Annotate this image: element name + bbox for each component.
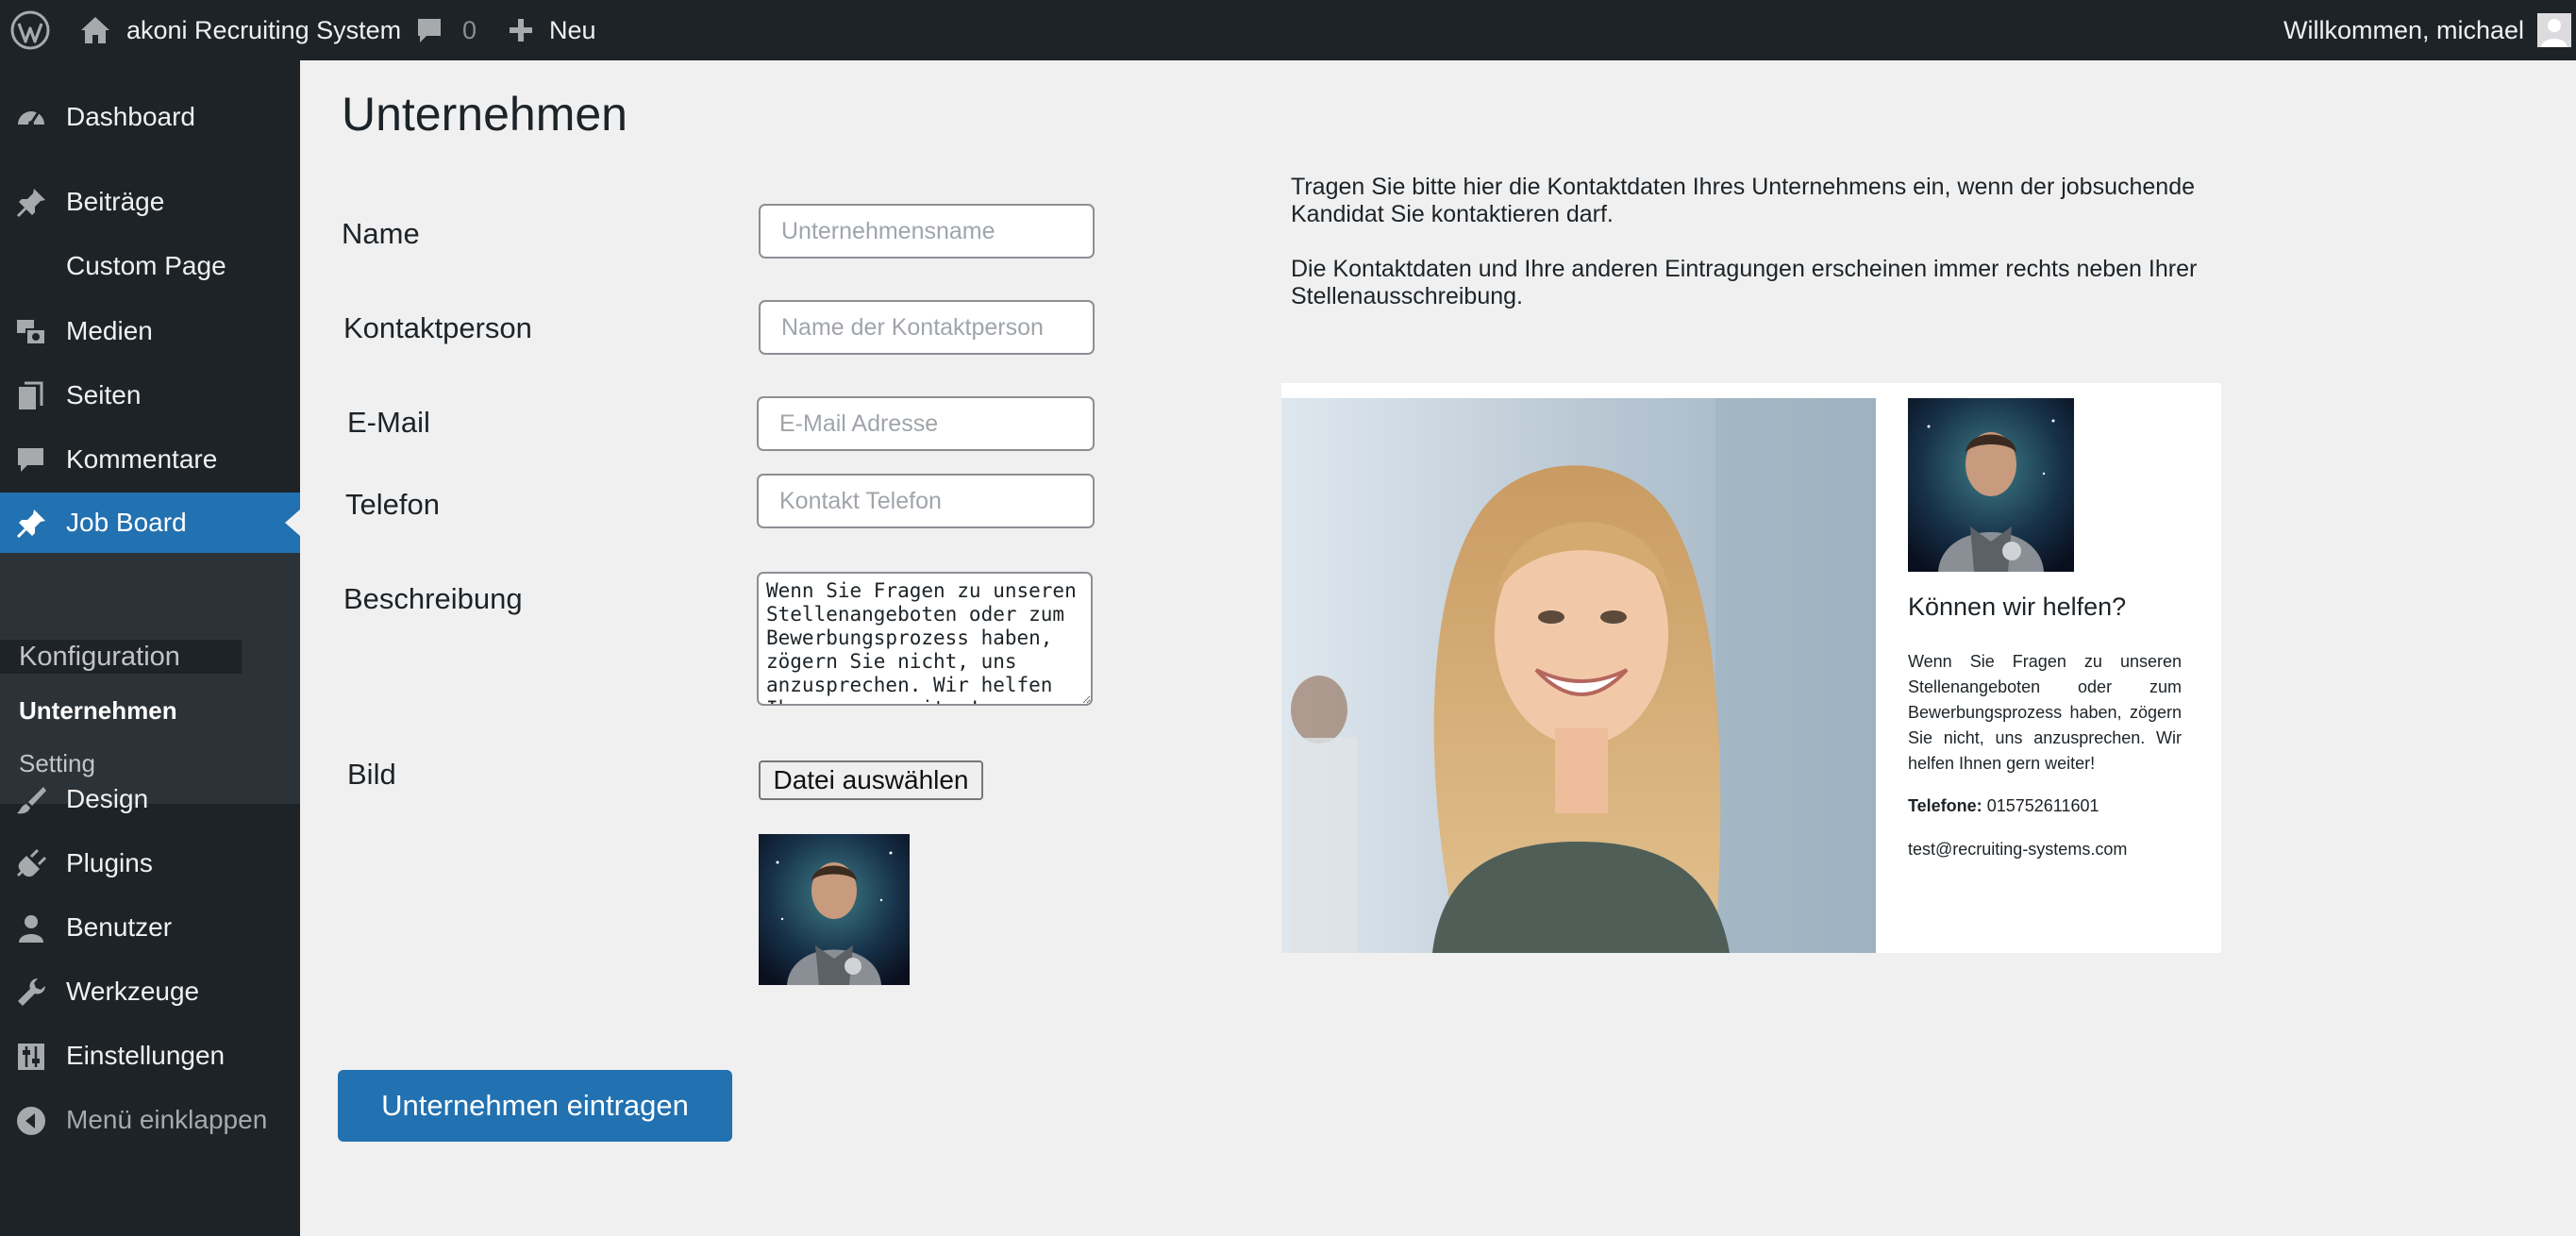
submit-company-button[interactable]: Unternehmen eintragen [338, 1070, 732, 1142]
sidebar-item-comments[interactable]: Kommentare [0, 429, 300, 490]
company-name-input[interactable] [759, 204, 1095, 259]
sidebar-item-plugins[interactable]: Plugins [0, 833, 300, 894]
comment-icon [418, 19, 441, 42]
new-content-link[interactable]: Neu [508, 0, 596, 60]
submenu-item-konfiguration[interactable]: Konfiguration [0, 640, 242, 674]
info-paragraph-2: Die Kontaktdaten und Ihre anderen Eintra… [1291, 256, 2198, 309]
comments-count: 0 [462, 15, 477, 44]
comments-link[interactable]: 0 [415, 0, 477, 60]
sidebar-item-dashboard[interactable]: Dashboard [0, 87, 300, 147]
user-icon [19, 915, 43, 943]
sidebar-item-label: Design [66, 784, 149, 813]
sidebar-collapse-button[interactable]: Menü einklappen [0, 1090, 300, 1150]
avatar [2537, 13, 2572, 47]
description-textarea[interactable]: Wenn Sie Fragen zu unseren Stellenangebo… [757, 572, 1093, 706]
greeting: Willkommen, michael [2283, 15, 2525, 44]
email-input[interactable] [757, 396, 1095, 451]
collapse-icon [17, 1107, 45, 1135]
phone-label: Telefon [345, 488, 440, 521]
brush-icon [17, 787, 46, 814]
contact-person-input[interactable] [759, 300, 1095, 355]
settings-icon [18, 1044, 44, 1070]
choose-file-button[interactable]: Datei auswählen [759, 760, 983, 800]
site-home-link[interactable]: akoni Recruiting System [79, 0, 401, 60]
contact-avatar [1908, 398, 2074, 572]
new-label: Neu [549, 15, 596, 44]
sidebar-item-settings[interactable]: Einstellungen [0, 1026, 300, 1086]
site-name: akoni Recruiting System [126, 15, 402, 44]
sidebar-item-label: Einstellungen [66, 1041, 226, 1070]
sidebar-item-label: Seiten [66, 380, 142, 409]
sidebar-item-label: Dashboard [66, 102, 195, 131]
sidebar-item-label: Kommentare [66, 444, 218, 474]
sidebar-item-label: Medien [66, 316, 153, 345]
preview-phone: Telefone: 015752611601 [1908, 796, 2099, 816]
home-icon [81, 17, 109, 43]
sidebar-item-users[interactable]: Benutzer [0, 897, 300, 958]
wordpress-logo-icon[interactable] [9, 0, 51, 60]
dashboard-icon [18, 111, 44, 126]
wrench-icon [18, 978, 45, 1006]
sidebar-item-custom-page[interactable]: Custom Page [0, 236, 300, 296]
sidebar-item-label: Plugins [66, 848, 153, 877]
pin-icon [16, 189, 45, 218]
recruiter-photo [1281, 398, 1876, 953]
job-board-submenu: Konfiguration Unternehmen Setting [0, 553, 300, 804]
my-account-link[interactable]: Willkommen, michael [2283, 0, 2572, 60]
admin-bar: akoni Recruiting System 0 Neu Willkommen… [0, 0, 2576, 60]
sidebar-item-media[interactable]: Medien [0, 301, 300, 361]
image-label: Bild [347, 758, 396, 791]
preview-description: Wenn Sie Fragen zu unseren Stellenangebo… [1908, 652, 2182, 773]
admin-sidebar: Dashboard Beiträge Custom Page Medien Se… [0, 60, 300, 1236]
sidebar-item-label: Custom Page [66, 251, 226, 280]
sidebar-item-design[interactable]: Design [0, 769, 300, 829]
sidebar-item-label: Beiträge [66, 187, 165, 216]
company-image-thumbnail [759, 834, 910, 985]
preview-phone-value: 015752611601 [1986, 796, 2099, 815]
sidebar-item-label: Job Board [66, 508, 187, 537]
pages-icon [19, 381, 43, 409]
sidebar-item-posts[interactable]: Beiträge [0, 172, 300, 232]
preview-heading: Können wir helfen? [1908, 593, 2127, 621]
description-label: Beschreibung [343, 582, 523, 615]
submenu-item-unternehmen[interactable]: Unternehmen [19, 696, 177, 726]
contact-person-label: Kontaktperson [343, 311, 532, 344]
pin-icon [16, 509, 45, 539]
plus-icon [510, 19, 532, 42]
preview-phone-label: Telefone: [1908, 796, 1982, 815]
comment-icon [18, 448, 43, 472]
sidebar-item-label: Werkzeuge [66, 977, 200, 1006]
email-label: E-Mail [347, 406, 430, 439]
sidebar-item-label: Menü einklappen [66, 1105, 268, 1134]
sidebar-item-tools[interactable]: Werkzeuge [0, 961, 300, 1022]
plug-icon [17, 848, 47, 877]
preview-email: test@recruiting-systems.com [1908, 840, 2128, 859]
media-icon [17, 320, 46, 345]
page-title: Unternehmen [342, 88, 627, 141]
info-paragraph-1: Tragen Sie bitte hier die Kontaktdaten I… [1291, 174, 2196, 227]
sidebar-item-label: Benutzer [66, 912, 173, 942]
phone-input[interactable] [757, 474, 1095, 528]
contact-preview-card: Können wir helfen? Wenn Sie Fragen zu un… [1281, 383, 2221, 953]
name-label: Name [342, 217, 420, 250]
sidebar-item-pages[interactable]: Seiten [0, 365, 300, 426]
sidebar-item-job-board[interactable]: Job Board [0, 493, 300, 553]
